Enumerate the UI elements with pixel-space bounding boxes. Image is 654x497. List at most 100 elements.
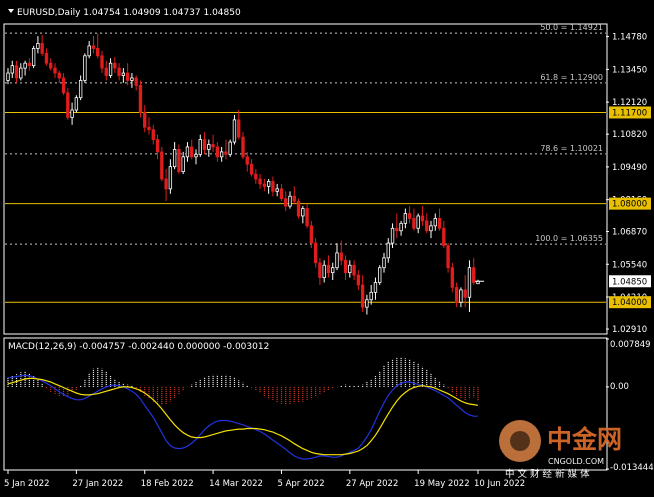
candle-body [83,55,87,81]
candle-body [433,218,437,227]
candle-body [215,146,220,158]
candle-body [450,267,455,288]
candle-body [343,259,348,274]
candle-body [326,264,331,274]
candle-body [121,72,126,76]
time-tick-label: 27 Jan 2022 [72,479,123,489]
candle-body [271,181,275,192]
candle-body [134,77,138,86]
candle-body [237,119,241,138]
candle-body [420,215,425,222]
candle-body [369,291,373,301]
candle-body [27,62,32,67]
time-tick-label: 14 Mar 2022 [209,479,263,489]
candle-body [207,144,211,150]
candle-body [6,72,10,81]
macd-tick-label: -0.013444 [610,463,654,473]
candle-body [288,195,292,207]
level-price-label: 1.08000 [612,200,647,210]
candle-body [168,166,173,190]
candle-body [266,181,271,187]
candle-body [386,242,390,259]
candle-body [202,139,207,150]
candle-body [66,92,70,118]
macd-tick-label: 0.007849 [610,340,651,350]
candle-body [23,62,27,69]
candle-body [130,77,134,81]
fib-label: 50.0 = 1.14921 [540,23,603,32]
candle-body [78,80,83,99]
candle-body [151,129,155,140]
candle-body [147,126,151,131]
candle-body [365,299,369,308]
candle-body [395,227,399,232]
candle-body [296,200,301,217]
candle-body [74,97,79,111]
candle-body [96,48,100,57]
chart-canvas[interactable]: 50.0 = 1.14921 61.8 = 1.12900 78.6 = 1.100… [0,0,654,493]
candle-body [437,218,442,229]
candle-body [472,267,476,283]
candle-body [313,242,318,264]
watermark-brand: 中金网 [547,425,622,454]
candle-body [198,139,202,155]
candle-body [301,208,305,217]
price-tick-label: 1.05540 [612,260,647,270]
candle-body [348,264,352,274]
candle-body [185,146,190,158]
candle-body [292,195,296,202]
candle-body [70,109,74,118]
candle-body [91,45,96,49]
candle-body [249,163,254,175]
candle-body [138,84,143,113]
candle-body [164,178,168,190]
candle-body [454,287,459,303]
level-price-label: 1.11700 [612,108,647,118]
candle-body [352,264,356,276]
candle-body [429,225,433,232]
candle-body [322,264,326,278]
candle-body [279,188,284,200]
candle-body [390,227,395,244]
candle-body [232,119,237,143]
price-tick-label: 1.14780 [612,33,647,43]
chart-root: 50.0 = 1.14921 61.8 = 1.12900 78.6 = 1.100… [0,0,654,493]
candle-body [258,178,262,185]
candle-body [403,213,408,224]
candle-body [125,72,130,81]
candle-body [117,67,121,76]
candle-body [113,62,117,69]
candle-body [155,139,160,153]
watermark-tagline: 中 文 财 经 新 媒 体 [505,468,590,480]
candle-body [190,146,194,158]
time-tick-label: 18 Feb 2022 [141,479,194,489]
candle-body [463,289,467,298]
candle-body [360,284,365,308]
time-tick-label: 19 May 2022 [414,479,469,489]
price-tick-label: 1.06870 [612,227,647,237]
candle-body [467,267,472,298]
time-tick-label: 5 Jan 2022 [4,479,50,489]
candle-body [399,222,403,232]
fib-label: 78.6 = 1.10021 [540,144,603,153]
candle-body [53,67,57,74]
candle-body [425,220,429,232]
candle-body [49,62,53,69]
candle-body [416,215,420,229]
candle-body [309,225,314,244]
candle-body [57,72,61,79]
candle-body [318,262,322,278]
time-tick-label: 27 Apr 2022 [346,479,399,489]
candle-body [442,227,446,246]
candle-body [160,151,164,180]
candle-body [228,141,232,155]
candle-body [224,151,228,155]
cngold-logo-inner-icon [510,431,530,451]
current-price-label: 1.04850 [612,277,647,287]
candle-body [275,188,279,192]
candle-body [194,153,198,158]
candle-body [331,267,335,274]
price-tick-label: 1.02910 [612,325,647,335]
time-tick-label: 5 Apr 2022 [277,479,324,489]
candle-body [87,45,91,57]
